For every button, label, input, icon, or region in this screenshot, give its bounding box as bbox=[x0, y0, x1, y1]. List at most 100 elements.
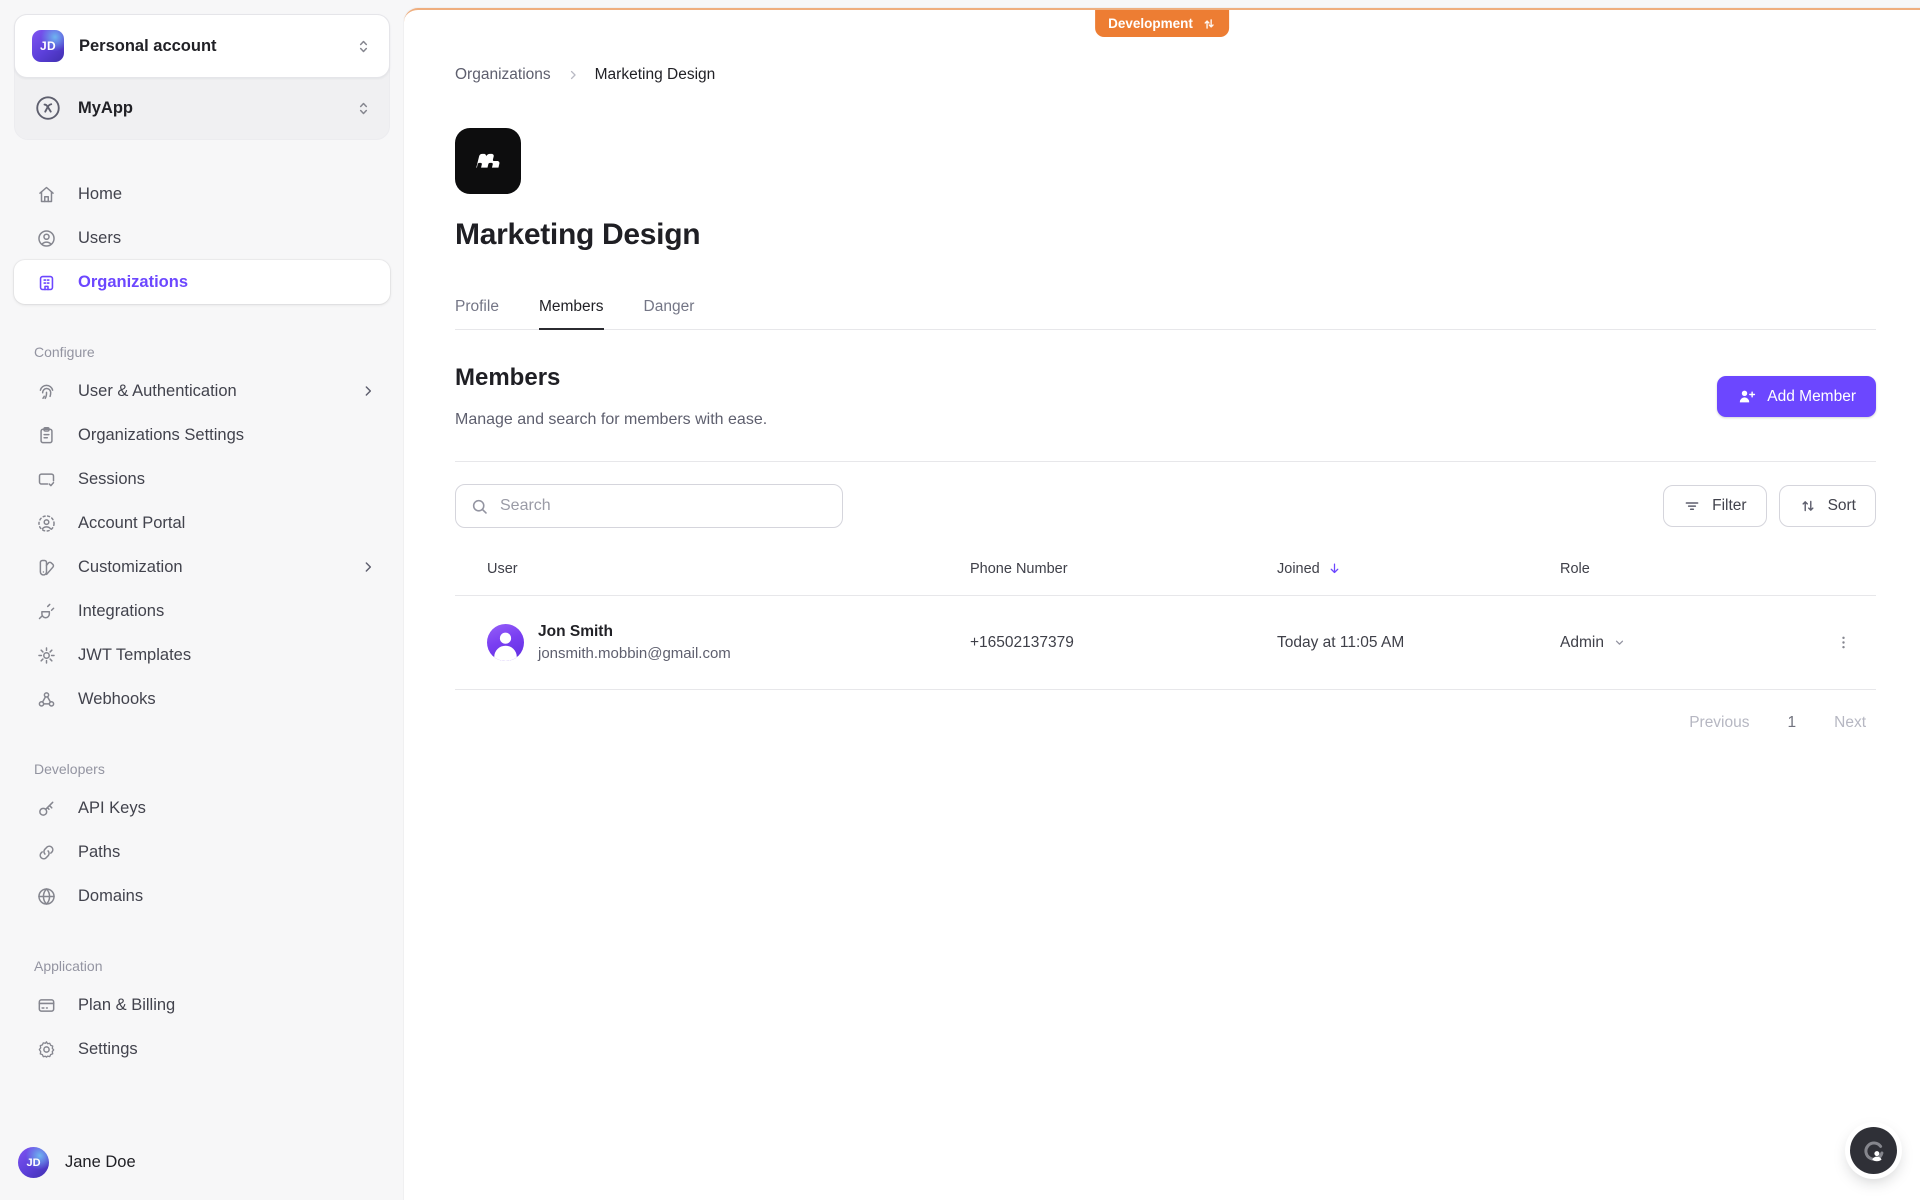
personal-account-avatar: JD bbox=[32, 30, 64, 62]
app-label: MyApp bbox=[78, 98, 133, 117]
member-row[interactable]: Jon Smith jonsmith.mobbin@gmail.com +165… bbox=[455, 596, 1876, 690]
app-logo-icon bbox=[33, 93, 63, 123]
gear-icon bbox=[36, 1039, 57, 1060]
sidebar-item-label: Organizations bbox=[78, 272, 189, 291]
sidebar-item-organizations[interactable]: Organizations bbox=[14, 260, 390, 304]
filter-icon bbox=[1683, 497, 1701, 515]
sidebar-item-label: Customization bbox=[78, 557, 183, 576]
column-header-joined-label: Joined bbox=[1277, 560, 1320, 577]
arrows-up-down-icon bbox=[1202, 17, 1216, 31]
sidebar-item-integrations[interactable]: Integrations bbox=[14, 589, 390, 633]
organization-logo bbox=[455, 128, 521, 194]
account-portal-icon bbox=[36, 513, 57, 534]
home-icon bbox=[36, 184, 57, 205]
column-header-user: User bbox=[487, 560, 518, 577]
account-switcher: JD Personal account MyApp bbox=[14, 14, 390, 140]
member-avatar bbox=[487, 624, 524, 661]
sidebar-item-user-authentication[interactable]: User & Authentication bbox=[14, 369, 390, 413]
sort-descending-arrow-icon bbox=[1327, 561, 1342, 576]
swatch-icon bbox=[36, 557, 57, 578]
chevron-right-icon bbox=[360, 559, 376, 575]
user-plus-icon bbox=[1737, 387, 1756, 406]
member-name: Jon Smith bbox=[538, 623, 613, 640]
chevron-down-icon bbox=[1613, 636, 1626, 649]
sidebar-item-label: Domains bbox=[78, 886, 144, 905]
sidebar-item-label: Users bbox=[78, 228, 122, 247]
sidebar-item-webhooks[interactable]: Webhooks bbox=[14, 677, 390, 721]
sidebar-item-domains[interactable]: Domains bbox=[14, 874, 390, 918]
credit-card-icon bbox=[36, 995, 57, 1016]
pagination-next[interactable]: Next bbox=[1834, 714, 1866, 732]
members-heading: Members bbox=[455, 364, 561, 391]
sidebar-item-customization[interactable]: Customization bbox=[14, 545, 390, 589]
user-name: Jane Doe bbox=[65, 1153, 136, 1171]
add-member-label: Add Member bbox=[1767, 387, 1856, 405]
sidebar-section-configure: Configure bbox=[34, 344, 95, 360]
filter-label: Filter bbox=[1712, 497, 1747, 514]
sidebar: JD Personal account MyApp Home Users Org… bbox=[0, 0, 404, 1200]
sort-button[interactable]: Sort bbox=[1778, 485, 1876, 527]
kebab-menu-icon bbox=[1835, 634, 1852, 651]
row-actions-menu-button[interactable] bbox=[1826, 626, 1860, 660]
tab-members[interactable]: Members bbox=[538, 298, 604, 330]
environment-badge-label: Development bbox=[1108, 16, 1193, 31]
user-menu[interactable]: JD Jane Doe bbox=[14, 1141, 390, 1184]
toolbar-right: Filter Sort bbox=[1663, 485, 1876, 527]
sidebar-item-label: Webhooks bbox=[78, 689, 156, 708]
sidebar-section-developers: Developers bbox=[34, 761, 105, 777]
sidebar-item-label: JWT Templates bbox=[78, 645, 192, 664]
personal-account-switcher[interactable]: JD Personal account bbox=[14, 14, 390, 78]
search-input[interactable] bbox=[500, 497, 828, 515]
sidebar-item-label: Home bbox=[78, 184, 123, 203]
sort-arrows-icon bbox=[1799, 497, 1817, 515]
link-icon bbox=[36, 842, 57, 863]
column-header-phone: Phone Number bbox=[970, 560, 1068, 577]
sort-label: Sort bbox=[1827, 497, 1856, 514]
key-icon bbox=[36, 798, 57, 819]
page-title: Marketing Design bbox=[455, 218, 701, 251]
tab-danger[interactable]: Danger bbox=[644, 298, 695, 329]
divider bbox=[455, 461, 1876, 462]
sidebar-item-label: Account Portal bbox=[78, 513, 186, 532]
filter-button[interactable]: Filter bbox=[1663, 485, 1767, 527]
sidebar-item-users[interactable]: Users bbox=[14, 216, 390, 260]
webhook-icon bbox=[36, 689, 57, 710]
sidebar-nav: Home Users Organizations Configure User … bbox=[14, 172, 390, 1071]
sidebar-item-label: Integrations bbox=[78, 601, 165, 620]
sidebar-item-label: User & Authentication bbox=[78, 381, 237, 400]
clipboard-icon bbox=[36, 425, 57, 446]
sidebar-item-home[interactable]: Home bbox=[14, 172, 390, 216]
sidebar-section-application: Application bbox=[34, 958, 103, 974]
sidebar-item-label: Paths bbox=[78, 842, 121, 861]
breadcrumb-organizations[interactable]: Organizations bbox=[455, 66, 551, 84]
breadcrumb: Organizations Marketing Design bbox=[455, 66, 1876, 84]
add-member-button[interactable]: Add Member bbox=[1717, 376, 1876, 417]
member-role-select[interactable]: Admin bbox=[1560, 634, 1810, 652]
building-icon bbox=[36, 272, 57, 293]
member-role-value: Admin bbox=[1560, 633, 1604, 651]
sidebar-item-label: Settings bbox=[78, 1039, 138, 1058]
sidebar-item-api-keys[interactable]: API Keys bbox=[14, 786, 390, 830]
chevron-up-down-icon bbox=[355, 100, 372, 117]
clerk-help-button[interactable] bbox=[1850, 1127, 1897, 1174]
pagination-previous[interactable]: Previous bbox=[1689, 714, 1749, 732]
sidebar-item-account-portal[interactable]: Account Portal bbox=[14, 501, 390, 545]
sidebar-item-plan-billing[interactable]: Plan & Billing bbox=[14, 983, 390, 1027]
environment-badge[interactable]: Development bbox=[1095, 10, 1229, 37]
tab-profile[interactable]: Profile bbox=[455, 298, 499, 329]
table-header-row: User Phone Number Joined Role bbox=[455, 542, 1876, 596]
sidebar-item-jwt-templates[interactable]: JWT Templates bbox=[14, 633, 390, 677]
column-header-joined[interactable]: Joined bbox=[1277, 561, 1560, 577]
user-avatar: JD bbox=[18, 1147, 49, 1178]
sidebar-item-organizations-settings[interactable]: Organizations Settings bbox=[14, 413, 390, 457]
sidebar-item-paths[interactable]: Paths bbox=[14, 830, 390, 874]
sidebar-item-settings[interactable]: Settings bbox=[14, 1027, 390, 1071]
sidebar-item-sessions[interactable]: Sessions bbox=[14, 457, 390, 501]
pagination-current-page[interactable]: 1 bbox=[1788, 714, 1797, 732]
member-user-cell: Jon Smith jonsmith.mobbin@gmail.com bbox=[455, 623, 970, 662]
member-joined: Today at 11:05 AM bbox=[1277, 633, 1405, 651]
member-phone: +16502137379 bbox=[970, 633, 1074, 651]
app-switcher[interactable]: MyApp bbox=[15, 77, 389, 139]
search-box[interactable] bbox=[455, 484, 843, 528]
fingerprint-icon bbox=[36, 381, 57, 402]
